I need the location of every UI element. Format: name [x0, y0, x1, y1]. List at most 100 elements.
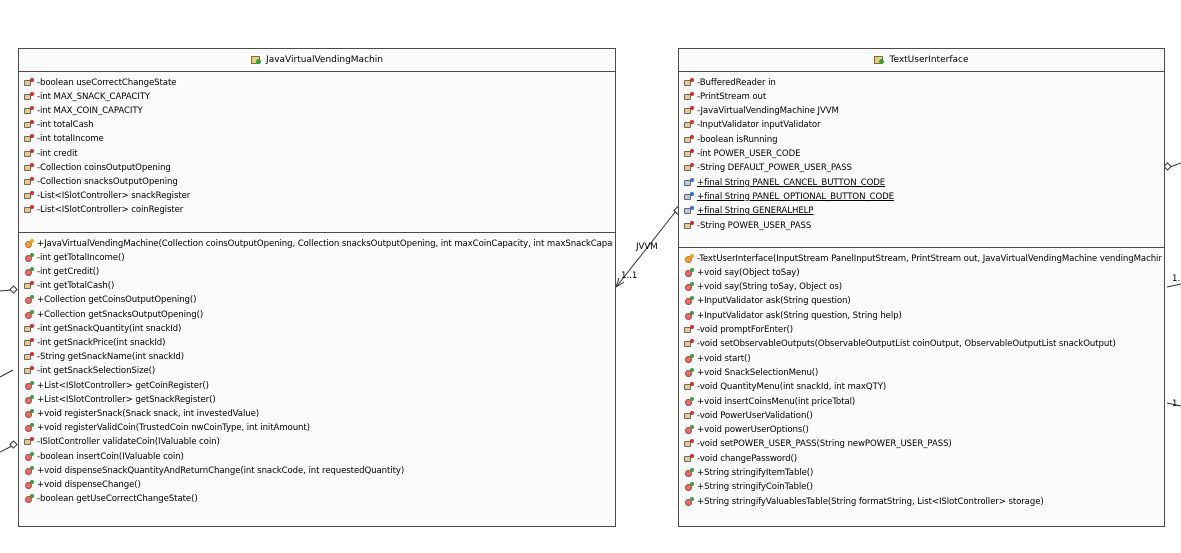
method-row[interactable]: -TextUserInterface(InputStream PanelInpu… [683, 252, 1162, 265]
right-edge-label-upper: 1. [1172, 274, 1181, 284]
public-method-icon [23, 465, 35, 476]
attributes-section: -BufferedReader in -PrintStream out -JavaV… [679, 71, 1164, 247]
method-row[interactable]: +void registerSnack(Snack snack, int inv… [23, 407, 613, 420]
attribute-row[interactable]: -String POWER_USER_PASS [683, 219, 1162, 232]
method-row[interactable]: +void SnackSelectionMenu() [683, 366, 1162, 379]
method-row[interactable]: -int getSnackQuantity(int snackId) [23, 322, 613, 335]
attribute-row[interactable]: -int totalCash [23, 119, 613, 132]
attribute-row[interactable]: +final String PANEL_CANCEL_BUTTON_CODE [683, 176, 1162, 189]
attribute-row[interactable]: -boolean useCorrectChangeState [23, 76, 613, 89]
method-row[interactable]: -void PowerUserValidation() [683, 409, 1162, 422]
private-field-icon [683, 134, 695, 145]
method-row-label: -void promptForEnter() [697, 325, 794, 335]
method-row[interactable]: +void insertCoinsMenu(int priceTotal) [683, 395, 1162, 408]
method-row[interactable]: -void promptForEnter() [683, 324, 1162, 337]
static-field-icon [683, 191, 695, 202]
right-edge-line-1 [1169, 162, 1181, 168]
method-row[interactable]: +void registerValidCoin(TrustedCoin nwCo… [23, 422, 613, 435]
attribute-row[interactable]: +final String GENERALHELP [683, 205, 1162, 218]
method-row[interactable]: -int getSnackPrice(int snackId) [23, 336, 613, 349]
method-row-label: -void QuantityMenu(int snackId, int maxQ… [697, 382, 887, 393]
method-row-label: -boolean insertCoin(IValuable coin) [37, 451, 184, 462]
attribute-row[interactable]: -int POWER_USER_CODE [683, 148, 1162, 161]
class-header[interactable]: JavaVirtualVendingMachin [19, 49, 615, 72]
attribute-row[interactable]: -boolean isRunning [683, 133, 1162, 146]
attribute-row[interactable]: -Collection snacksOutputOpening [23, 175, 613, 188]
method-row[interactable]: -void setObservableOutputs(ObservableOut… [683, 338, 1162, 351]
private-method-icon [683, 410, 695, 421]
attribute-row[interactable]: -int totalIncome [23, 133, 613, 146]
method-row-label: +void SnackSelectionMenu() [697, 367, 819, 378]
public-method-icon [683, 267, 695, 278]
method-row[interactable]: +void say(Object toSay) [683, 266, 1162, 279]
method-row[interactable]: +void say(String toSay, Object os) [683, 281, 1162, 294]
attribute-row-label: +final String PANEL_OPTIONAL_BUTTON_CODE [697, 191, 895, 202]
method-row[interactable]: -boolean getUseCorrectChangeState() [23, 493, 613, 506]
method-row[interactable]: +void dispenseChange() [23, 478, 613, 491]
method-row[interactable]: +String stringifyCoinTable() [683, 481, 1162, 494]
attributes-section: -boolean useCorrectChangeState -int MAX_S… [19, 71, 615, 232]
method-row[interactable]: +InputValidator ask(String question) [683, 295, 1162, 308]
static-field-icon [683, 206, 695, 216]
attribute-row[interactable]: -JavaVirtualVendingMachine JVVM [683, 105, 1162, 118]
public-method-icon [683, 310, 695, 321]
method-row[interactable]: +Collection getSnacksOutputOpening() [23, 308, 613, 321]
public-method-icon [23, 394, 35, 405]
method-row[interactable]: -String getSnackName(int snackId) [23, 351, 613, 364]
attribute-row[interactable]: -PrintStream out [683, 90, 1162, 103]
attribute-row-label: -Collection snacksOutputOpening [37, 176, 178, 187]
attribute-row[interactable]: -Collection coinsOutputOpening [23, 161, 613, 174]
attribute-row-label: -PrintStream out [697, 91, 767, 102]
attribute-row[interactable]: -int credit [23, 147, 613, 160]
left-edge-line-2 [0, 369, 14, 378]
attribute-row[interactable]: +final String PANEL_OPTIONAL_BUTTON_CODE [683, 190, 1162, 203]
class-textuserinterface[interactable]: TextUserInterface -BufferedReader in -Pri… [678, 48, 1165, 527]
attribute-row-label: -BufferedReader in [697, 77, 776, 88]
class-name: TextUserInterface [889, 55, 969, 65]
method-row[interactable]: +void powerUserOptions() [683, 424, 1162, 437]
method-row[interactable]: +List<ISlotController> getCoinRegister() [23, 379, 613, 392]
method-row[interactable]: -int getTotalCash() [23, 280, 613, 293]
method-row[interactable]: -int getTotalIncome() [23, 251, 613, 264]
attribute-row[interactable]: -int MAX_SNACK_CAPACITY [23, 90, 613, 103]
attribute-row[interactable]: -BufferedReader in [683, 76, 1162, 89]
method-row-label: +List<ISlotController> getCoinRegister() [37, 380, 209, 391]
class-javavirtualvendingmachin[interactable]: JavaVirtualVendingMachin -boolean useCor… [18, 48, 616, 527]
attribute-row[interactable]: -int MAX_COIN_CAPACITY [23, 104, 613, 117]
method-row[interactable]: +JavaVirtualVendingMachine(Collection co… [23, 237, 613, 250]
method-row-label: +void dispenseChange() [37, 479, 141, 490]
method-row[interactable]: -void setPOWER_USER_PASS(String newPOWER… [683, 438, 1162, 451]
private-method-icon [23, 352, 35, 362]
private-field-icon [23, 134, 35, 144]
method-row[interactable]: +void dispenseSnackQuantityAndReturnChan… [23, 464, 613, 477]
method-row[interactable]: +InputValidator ask(String question, Str… [683, 309, 1162, 322]
public-method-icon [23, 309, 35, 320]
method-row[interactable]: -int getCredit() [23, 265, 613, 278]
private-field-icon [683, 77, 695, 88]
method-row[interactable]: -boolean insertCoin(IValuable coin) [23, 450, 613, 463]
attribute-row-label: -int totalIncome [37, 134, 104, 145]
private-field-icon [23, 162, 35, 173]
method-row-label: +InputValidator ask(String question) [697, 296, 851, 307]
method-row[interactable]: +Collection getCoinsOutputOpening() [23, 294, 613, 307]
attribute-row[interactable]: -List<ISlotController> coinRegister [23, 204, 613, 217]
method-row[interactable]: -void QuantityMenu(int snackId, int maxQ… [683, 381, 1162, 394]
attribute-row[interactable]: -String DEFAULT_POWER_USER_PASS [683, 162, 1162, 175]
method-row[interactable]: +String stringifyValuablesTable(String f… [683, 495, 1162, 508]
method-row-label: +InputValidator ask(String question, Str… [697, 310, 902, 321]
private-field-icon [683, 163, 695, 173]
attribute-row[interactable]: -List<ISlotController> snackRegister [23, 190, 613, 203]
private-method-icon [683, 453, 695, 464]
method-row[interactable]: +void start() [683, 352, 1162, 365]
method-row[interactable]: -ISlotController validateCoin(IValuable … [23, 436, 613, 449]
method-row[interactable]: -int getSnackSelectionSize() [23, 365, 613, 378]
method-row-label: -void setObservableOutputs(ObservableOut… [697, 339, 1116, 350]
public-method-icon [683, 468, 695, 478]
class-header[interactable]: TextUserInterface [679, 49, 1164, 72]
left-edge-diamond-1 [9, 285, 18, 294]
method-row[interactable]: +String stringifyItemTable() [683, 467, 1162, 480]
method-row-label: +void dispenseSnackQuantityAndReturnChan… [37, 465, 405, 476]
method-row[interactable]: -void changePassword() [683, 452, 1162, 465]
method-row[interactable]: +List<ISlotController> getSnackRegister(… [23, 393, 613, 406]
attribute-row[interactable]: -InputValidator inputValidator [683, 119, 1162, 132]
